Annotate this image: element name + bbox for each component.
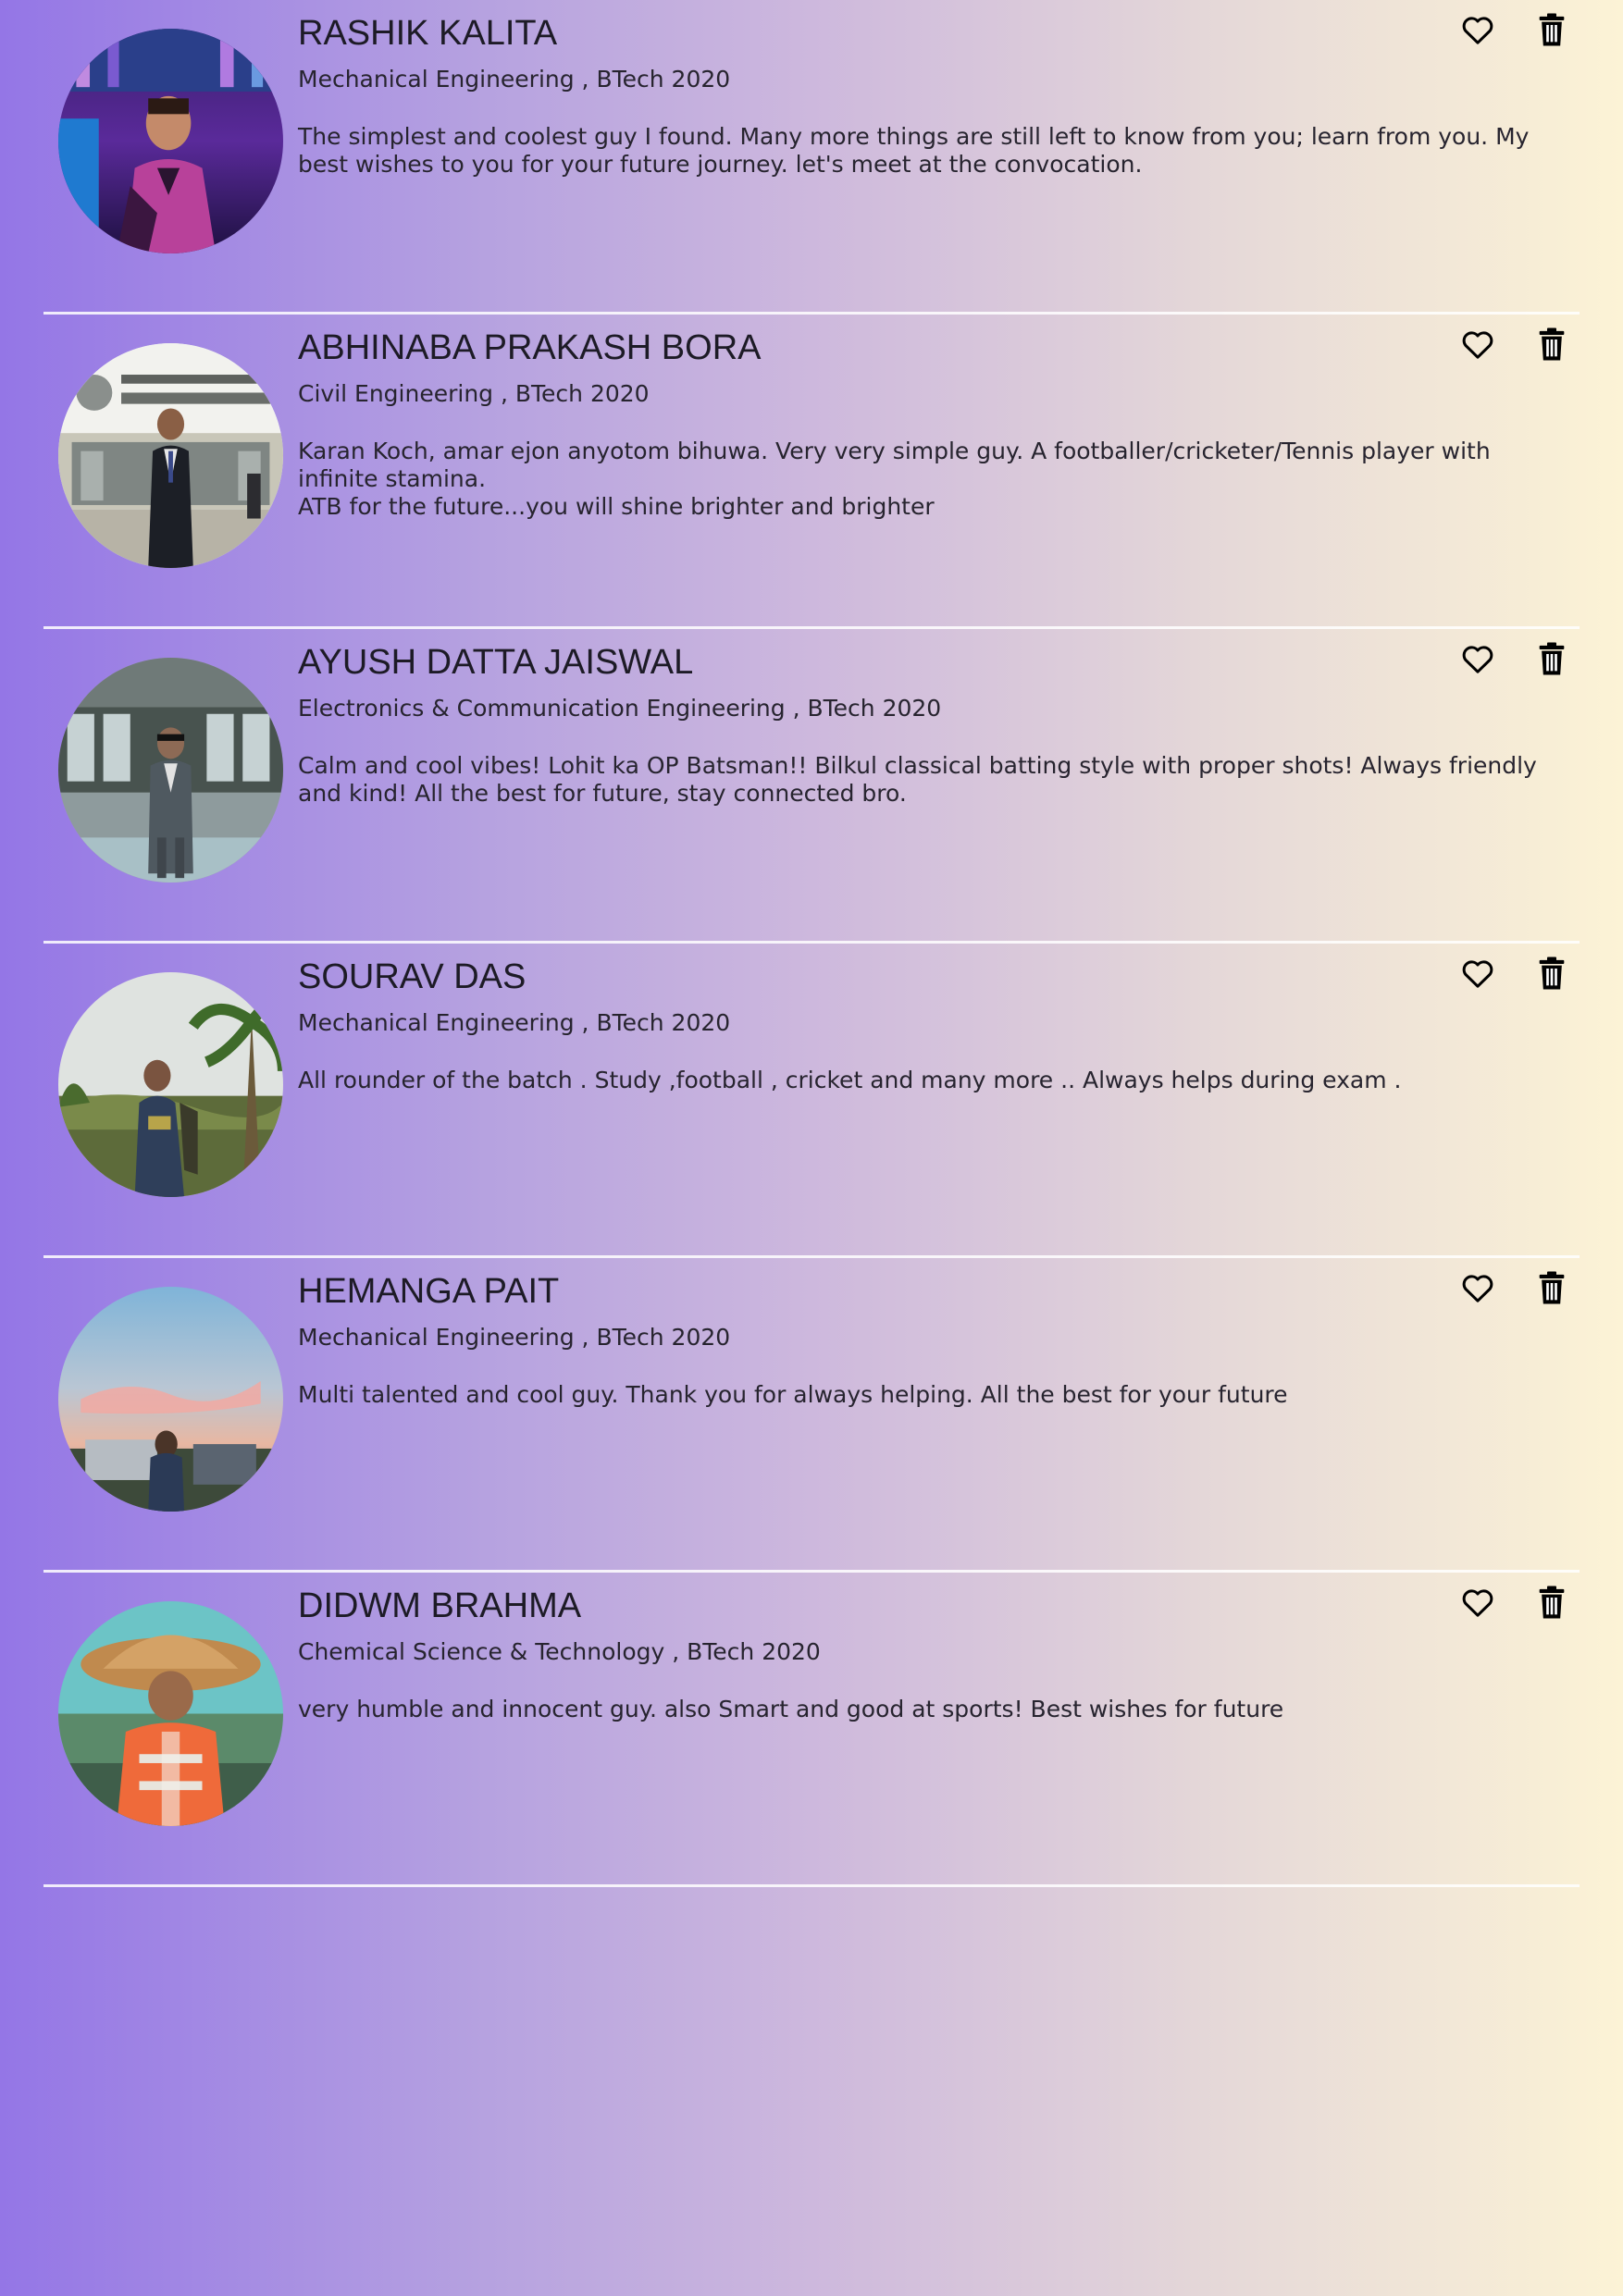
student-name: SOURAV DAS bbox=[298, 957, 527, 996]
student-department: Electronics & Communication Engineering … bbox=[298, 695, 942, 722]
student-department: Mechanical Engineering , BTech 2020 bbox=[298, 66, 731, 93]
student-name: DIDWM BRAHMA bbox=[298, 1586, 582, 1625]
avatar bbox=[58, 972, 283, 1197]
student-department: Mechanical Engineering , BTech 2020 bbox=[298, 1324, 731, 1351]
card-actions bbox=[1459, 640, 1580, 677]
farewell-message: Multi talented and cool guy. Thank you f… bbox=[298, 1381, 1288, 1408]
avatar bbox=[58, 658, 283, 883]
student-name: RASHIK KALITA bbox=[298, 14, 558, 53]
avatar bbox=[58, 1287, 283, 1512]
heart-icon[interactable] bbox=[1459, 326, 1496, 363]
card-actions bbox=[1459, 955, 1580, 992]
trash-icon[interactable] bbox=[1533, 326, 1570, 363]
student-department: Chemical Science & Technology , BTech 20… bbox=[298, 1638, 821, 1665]
farewell-card-list: RASHIK KALITA Mechanical Engineering , B… bbox=[43, 0, 1580, 1887]
student-department: Mechanical Engineering , BTech 2020 bbox=[298, 1009, 731, 1036]
trash-icon[interactable] bbox=[1533, 1269, 1570, 1306]
student-name: ABHINABA PRAKASH BORA bbox=[298, 328, 762, 367]
farewell-message: All rounder of the batch . Study ,footba… bbox=[298, 1067, 1402, 1093]
heart-icon[interactable] bbox=[1459, 955, 1496, 992]
avatar bbox=[58, 1601, 283, 1826]
trash-icon[interactable] bbox=[1533, 955, 1570, 992]
farewell-message: Karan Koch, amar ejon anyotom bihuwa. Ve… bbox=[298, 438, 1491, 520]
farewell-message: The simplest and coolest guy I found. Ma… bbox=[298, 123, 1530, 178]
card-actions bbox=[1459, 1269, 1580, 1306]
farewell-card: SOURAV DAS Mechanical Engineering , BTec… bbox=[43, 944, 1580, 1258]
student-name: AYUSH DATTA JAISWAL bbox=[298, 643, 694, 682]
card-actions bbox=[1459, 11, 1580, 48]
farewell-card: ABHINABA PRAKASH BORA Civil Engineering … bbox=[43, 315, 1580, 629]
farewell-card: RASHIK KALITA Mechanical Engineering , B… bbox=[43, 0, 1580, 315]
heart-icon[interactable] bbox=[1459, 1269, 1496, 1306]
card-actions bbox=[1459, 326, 1580, 363]
farewell-message: very humble and innocent guy. also Smart… bbox=[298, 1696, 1284, 1722]
avatar bbox=[58, 29, 283, 253]
trash-icon[interactable] bbox=[1533, 640, 1570, 677]
card-actions bbox=[1459, 1584, 1580, 1621]
farewell-message: Calm and cool vibes! Lohit ka OP Batsman… bbox=[298, 752, 1537, 807]
student-department: Civil Engineering , BTech 2020 bbox=[298, 380, 650, 407]
farewell-card: AYUSH DATTA JAISWAL Electronics & Commun… bbox=[43, 629, 1580, 944]
farewell-card: HEMANGA PAIT Mechanical Engineering , BT… bbox=[43, 1258, 1580, 1573]
trash-icon[interactable] bbox=[1533, 11, 1570, 48]
heart-icon[interactable] bbox=[1459, 640, 1496, 677]
heart-icon[interactable] bbox=[1459, 1584, 1496, 1621]
avatar bbox=[58, 343, 283, 568]
heart-icon[interactable] bbox=[1459, 11, 1496, 48]
trash-icon[interactable] bbox=[1533, 1584, 1570, 1621]
farewell-card: DIDWM BRAHMA Chemical Science & Technolo… bbox=[43, 1573, 1580, 1887]
student-name: HEMANGA PAIT bbox=[298, 1272, 560, 1311]
